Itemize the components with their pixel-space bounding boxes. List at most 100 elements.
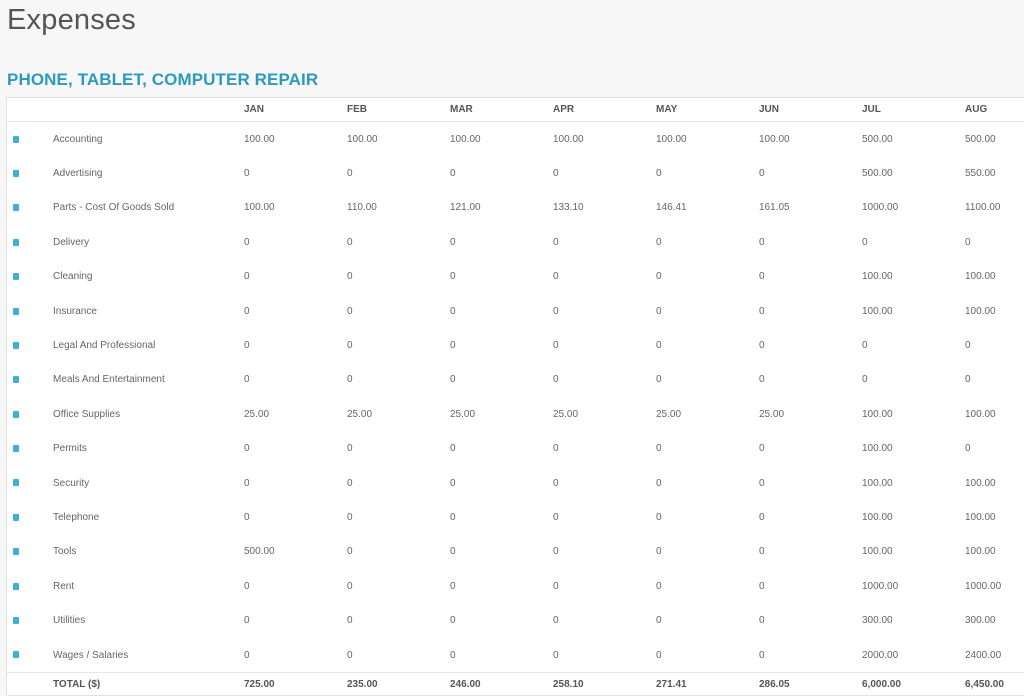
expense-value-aug: 0 — [965, 340, 971, 352]
expense-category-icon[interactable] — [13, 169, 19, 177]
expense-value-may: 0 — [656, 511, 662, 523]
expense-value-jan: 0 — [244, 374, 250, 386]
expense-value-aug: 100.00 — [965, 546, 996, 558]
expense-value-mar: 121.00 — [450, 202, 481, 214]
expense-value-apr: 0 — [553, 236, 559, 248]
expense-name: Legal And Professional — [53, 340, 156, 352]
table-row: Insurance 0 0 0 0 0 0 100.00 100.00 — [7, 294, 1024, 328]
expense-value-aug: 100.00 — [965, 271, 996, 283]
expense-name: Parts - Cost Of Goods Sold — [53, 202, 175, 214]
expense-value-mar: 0 — [450, 615, 456, 627]
expense-category-icon[interactable] — [13, 617, 19, 625]
expense-value-mar: 0 — [450, 649, 456, 661]
expense-value-apr: 0 — [553, 168, 559, 180]
expense-value-jun: 0 — [759, 305, 765, 317]
expense-value-jun: 0 — [759, 236, 765, 248]
expense-name: Rent — [53, 580, 75, 592]
table-row: Office Supplies 25.00 25.00 25.00 25.00 25.00… — [7, 397, 1024, 431]
expense-category-icon[interactable] — [13, 410, 19, 418]
expense-value-mar: 0 — [450, 511, 456, 523]
expense-category-icon[interactable] — [13, 307, 19, 315]
table-row: Advertising 0 0 0 0 0 0 500.00 550.00 — [7, 156, 1024, 190]
expense-value-feb: 25.00 — [347, 408, 373, 420]
expense-value-apr: 0 — [553, 477, 559, 489]
expense-value-jun: 0 — [759, 546, 765, 558]
expense-value-mar: 0 — [450, 374, 456, 386]
row-icon-cell — [7, 328, 53, 362]
expense-value-may: 0 — [656, 305, 662, 317]
expense-value-jun: 25.00 — [759, 408, 785, 420]
month-header-jun: JUN — [759, 98, 862, 122]
expense-value-feb: 0 — [347, 580, 353, 592]
expenses-table: JAN FEB MAR APR MAY JUN JUL AUG Accounting 100.0… — [7, 98, 1024, 696]
expense-value-jul: 100.00 — [862, 443, 893, 455]
expense-value-aug: 500.00 — [965, 133, 996, 145]
expense-category-icon[interactable] — [13, 341, 19, 349]
table-row: Cleaning 0 0 0 0 0 0 100.00 100.00 — [7, 260, 1024, 294]
expense-value-may: 0 — [656, 236, 662, 248]
expense-value-jul: 100.00 — [862, 546, 893, 558]
table-row: Telephone 0 0 0 0 0 0 100.00 100.00 — [7, 500, 1024, 534]
expense-value-jun: 0 — [759, 374, 765, 386]
row-icon-cell — [7, 569, 53, 603]
expense-category-icon[interactable] — [13, 273, 19, 281]
row-icon-cell — [7, 225, 53, 259]
expense-value-jun: 161.05 — [759, 202, 790, 214]
expense-category-icon[interactable] — [13, 651, 19, 659]
expense-value-apr: 0 — [553, 340, 559, 352]
expense-value-feb: 0 — [347, 305, 353, 317]
expense-value-jul: 100.00 — [862, 408, 893, 420]
expense-value-feb: 0 — [347, 271, 353, 283]
expense-name: Insurance — [53, 305, 97, 317]
expense-name: Accounting — [53, 133, 103, 145]
page-title: Expenses — [7, 4, 136, 36]
expense-value-apr: 0 — [553, 443, 559, 455]
expense-category-icon[interactable] — [13, 548, 19, 556]
expense-category-icon[interactable] — [13, 238, 19, 246]
expense-name: Cleaning — [53, 271, 93, 283]
table-row: Parts - Cost Of Goods Sold 100.00 110.00 12… — [7, 191, 1024, 225]
row-icon-cell — [7, 432, 53, 466]
expense-value-jan: 0 — [244, 477, 250, 489]
expense-value-jul: 100.00 — [862, 477, 893, 489]
expense-value-aug: 2400.00 — [965, 649, 1002, 661]
expense-value-aug: 100.00 — [965, 511, 996, 523]
expense-value-mar: 0 — [450, 305, 456, 317]
expense-category-icon[interactable] — [13, 376, 19, 384]
expense-category-icon[interactable] — [13, 445, 19, 453]
total-icon-cell — [7, 672, 53, 696]
total-value-jun: 286.05 — [759, 672, 862, 696]
expense-category-icon[interactable] — [13, 513, 19, 521]
expense-value-apr: 0 — [553, 511, 559, 523]
expense-value-apr: 0 — [553, 374, 559, 386]
expense-value-jul: 0 — [862, 236, 868, 248]
expense-category-icon[interactable] — [13, 479, 19, 487]
expense-value-jul: 1000.00 — [862, 580, 899, 592]
expense-value-jun: 0 — [759, 168, 765, 180]
expense-value-apr: 0 — [553, 305, 559, 317]
expense-value-jun: 0 — [759, 649, 765, 661]
expense-value-may: 0 — [656, 443, 662, 455]
expense-value-aug: 0 — [965, 236, 971, 248]
expense-value-jun: 0 — [759, 477, 765, 489]
expense-value-mar: 25.00 — [450, 408, 476, 420]
table-row: Rent 0 0 0 0 0 0 1000.00 1000.00 — [7, 569, 1024, 603]
expense-value-jul: 0 — [862, 374, 868, 386]
expense-value-jan: 0 — [244, 271, 250, 283]
row-icon-cell — [7, 156, 53, 190]
month-header-mar: MAR — [450, 98, 553, 122]
expense-category-icon[interactable] — [13, 582, 19, 590]
expense-value-may: 0 — [656, 477, 662, 489]
expense-category-icon[interactable] — [13, 204, 19, 212]
expense-value-aug: 300.00 — [965, 615, 996, 627]
row-icon-cell — [7, 397, 53, 431]
expense-value-mar: 100.00 — [450, 133, 481, 145]
expense-value-apr: 0 — [553, 649, 559, 661]
expense-category-icon[interactable] — [13, 135, 19, 143]
expense-value-jul: 2000.00 — [862, 649, 899, 661]
expense-value-aug: 1100.00 — [965, 202, 1001, 214]
total-value-apr: 258.10 — [553, 672, 656, 696]
expense-value-feb: 0 — [347, 374, 353, 386]
total-value-feb: 235.00 — [347, 672, 450, 696]
expense-value-may: 146.41 — [656, 202, 687, 214]
